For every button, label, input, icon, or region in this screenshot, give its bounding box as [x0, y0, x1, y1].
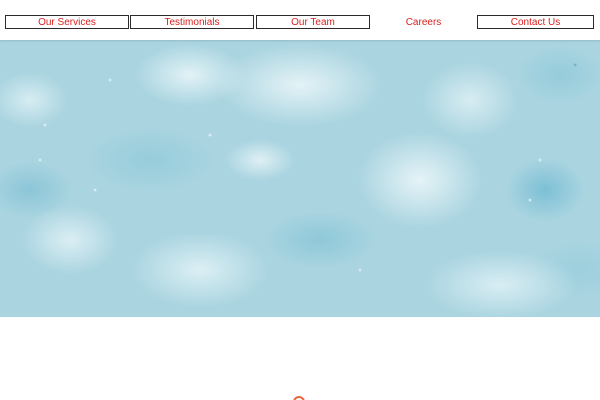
hero-background-image	[0, 40, 600, 317]
scroll-indicator-icon	[293, 396, 305, 400]
page: Our Services Testimonials Our Team Caree…	[0, 0, 600, 400]
top-nav-bar: Our Services Testimonials Our Team Caree…	[0, 0, 600, 40]
nav-item-testimonials[interactable]: Testimonials	[130, 15, 254, 29]
nav-item-our-services[interactable]: Our Services	[5, 15, 129, 29]
nav-item-contact-us[interactable]: Contact Us	[477, 15, 594, 29]
nav-item-our-team[interactable]: Our Team	[256, 15, 370, 29]
hero-texture	[0, 40, 600, 317]
nav-item-careers[interactable]: Careers	[376, 15, 471, 29]
